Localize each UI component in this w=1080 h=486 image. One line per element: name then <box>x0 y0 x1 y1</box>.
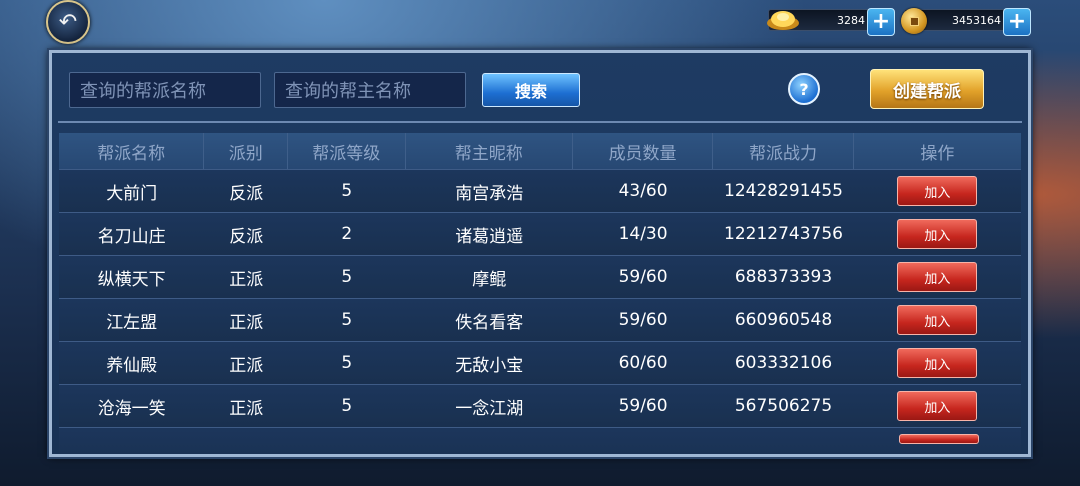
search-button[interactable]: 搜索 <box>482 73 580 107</box>
guild-level: 5 <box>341 181 353 201</box>
table-row: 纵横天下 正派 5 摩鲲 59/60 688373393 加入 <box>59 255 1021 298</box>
guild-name: 大前门 <box>106 183 158 204</box>
join-button[interactable]: 加入 <box>897 176 978 206</box>
action-cell: 加入 <box>854 342 1021 384</box>
table-row: 名刀山庄 反派 2 诸葛逍遥 14/30 12212743756 加入 <box>59 212 1021 255</box>
join-button[interactable]: 加入 <box>897 348 978 378</box>
join-button[interactable]: 加入 <box>897 262 978 292</box>
header-guild-name: 帮派名称 <box>59 133 205 169</box>
gold-ingot-amount: 3284 <box>837 13 865 27</box>
action-cell: 加入 <box>854 299 1021 341</box>
guild-faction: 反派 <box>229 183 264 204</box>
guild-faction: 正派 <box>229 398 264 419</box>
header-faction: 派别 <box>204 133 289 169</box>
guild-list-panel: 查询的帮派名称 查询的帮主名称 搜索 ? 创建帮派 帮派名称 派别 帮派等级 帮… <box>49 50 1031 457</box>
table-row: 江左盟 正派 5 佚名看客 59/60 660960548 加入 <box>59 298 1021 341</box>
add-gold-button[interactable]: + <box>867 8 895 36</box>
guild-power: 12212743756 <box>724 224 843 244</box>
guild-level: 2 <box>341 224 353 244</box>
copper-coin-currency: 3453164 + <box>900 7 1031 36</box>
guild-name: 沧海一笑 <box>97 398 166 419</box>
table-row: 沧海一笑 正派 5 一念江湖 59/60 567506275 加入 <box>59 384 1021 427</box>
guild-leader: 南宫承浩 <box>455 183 524 204</box>
guild-faction: 正派 <box>229 269 264 290</box>
table-row: 大前门 反派 5 南宫承浩 43/60 12428291455 加入 <box>59 169 1021 212</box>
gold-ingot-currency: 3284 + <box>760 7 895 36</box>
copper-coin-amount: 3453164 <box>952 13 1001 27</box>
guild-leader: 摩鲲 <box>472 269 507 290</box>
gold-ingot-icon <box>767 11 799 30</box>
join-button-partial[interactable] <box>899 434 979 444</box>
help-icon[interactable]: ? <box>788 73 820 105</box>
guild-faction: 正派 <box>229 355 264 376</box>
guild-leader: 佚名看客 <box>455 312 524 333</box>
guild-faction: 反派 <box>229 226 264 247</box>
guild-members: 59/60 <box>618 310 668 330</box>
guild-members: 43/60 <box>618 181 668 201</box>
guild-table[interactable]: 帮派名称 派别 帮派等级 帮主昵称 成员数量 帮派战力 操作 大前门 反派 5 … <box>59 133 1021 454</box>
action-cell: 加入 <box>854 170 1021 212</box>
table-row: 养仙殿 正派 5 无敌小宝 60/60 603332106 加入 <box>59 341 1021 384</box>
leader-name-search-placeholder: 查询的帮主名称 <box>285 81 411 102</box>
panel-divider <box>58 121 1022 123</box>
guild-power: 688373393 <box>734 267 833 287</box>
back-arrow-icon: ↶ <box>58 9 78 35</box>
gold-ingot-amount-bar: 3284 + <box>767 8 895 36</box>
plus-icon: + <box>1007 9 1027 34</box>
guild-level: 5 <box>341 267 353 287</box>
plus-icon: + <box>871 9 891 34</box>
action-cell <box>857 428 1021 454</box>
guild-power: 12428291455 <box>724 181 843 201</box>
guild-level: 5 <box>341 353 353 373</box>
guild-leader: 诸葛逍遥 <box>455 226 524 247</box>
header-guild-level: 帮派等级 <box>288 133 406 169</box>
guild-members: 59/60 <box>618 267 668 287</box>
guild-name: 名刀山庄 <box>97 226 166 247</box>
guild-members: 59/60 <box>618 396 668 416</box>
guild-power: 567506275 <box>734 396 833 416</box>
create-guild-button[interactable]: 创建帮派 <box>870 69 984 109</box>
guild-leader: 一念江湖 <box>455 398 524 419</box>
action-cell: 加入 <box>854 213 1021 255</box>
guild-faction: 正派 <box>229 312 264 333</box>
table-header: 帮派名称 派别 帮派等级 帮主昵称 成员数量 帮派战力 操作 <box>59 133 1021 169</box>
guild-level: 5 <box>341 310 353 330</box>
guild-members: 60/60 <box>618 353 668 373</box>
header-member-count: 成员数量 <box>573 133 714 169</box>
add-coin-button[interactable]: + <box>1003 8 1031 36</box>
guild-members: 14/30 <box>618 224 668 244</box>
guild-name: 养仙殿 <box>106 355 158 376</box>
guild-leader: 无敌小宝 <box>455 355 524 376</box>
table-row-partial <box>59 427 1021 454</box>
back-button[interactable]: ↶ <box>46 0 90 44</box>
action-cell: 加入 <box>854 256 1021 298</box>
join-button[interactable]: 加入 <box>897 219 978 249</box>
guild-name: 江左盟 <box>106 312 158 333</box>
guild-level: 5 <box>341 396 353 416</box>
copper-coin-amount-bar: 3453164 + <box>901 8 1031 36</box>
header-leader-nickname: 帮主昵称 <box>406 133 573 169</box>
header-action: 操作 <box>920 143 955 164</box>
action-cell: 加入 <box>854 385 1021 427</box>
join-button[interactable]: 加入 <box>897 305 978 335</box>
join-button[interactable]: 加入 <box>897 391 978 421</box>
guild-power: 660960548 <box>734 310 833 330</box>
guild-name-search-input[interactable]: 查询的帮派名称 <box>69 72 261 108</box>
guild-name: 纵横天下 <box>97 269 166 290</box>
leader-name-search-input[interactable]: 查询的帮主名称 <box>274 72 466 108</box>
guild-name-search-placeholder: 查询的帮派名称 <box>80 81 206 102</box>
copper-coin-icon <box>901 8 927 34</box>
header-guild-power: 帮派战力 <box>713 133 854 169</box>
guild-power: 603332106 <box>734 353 833 373</box>
